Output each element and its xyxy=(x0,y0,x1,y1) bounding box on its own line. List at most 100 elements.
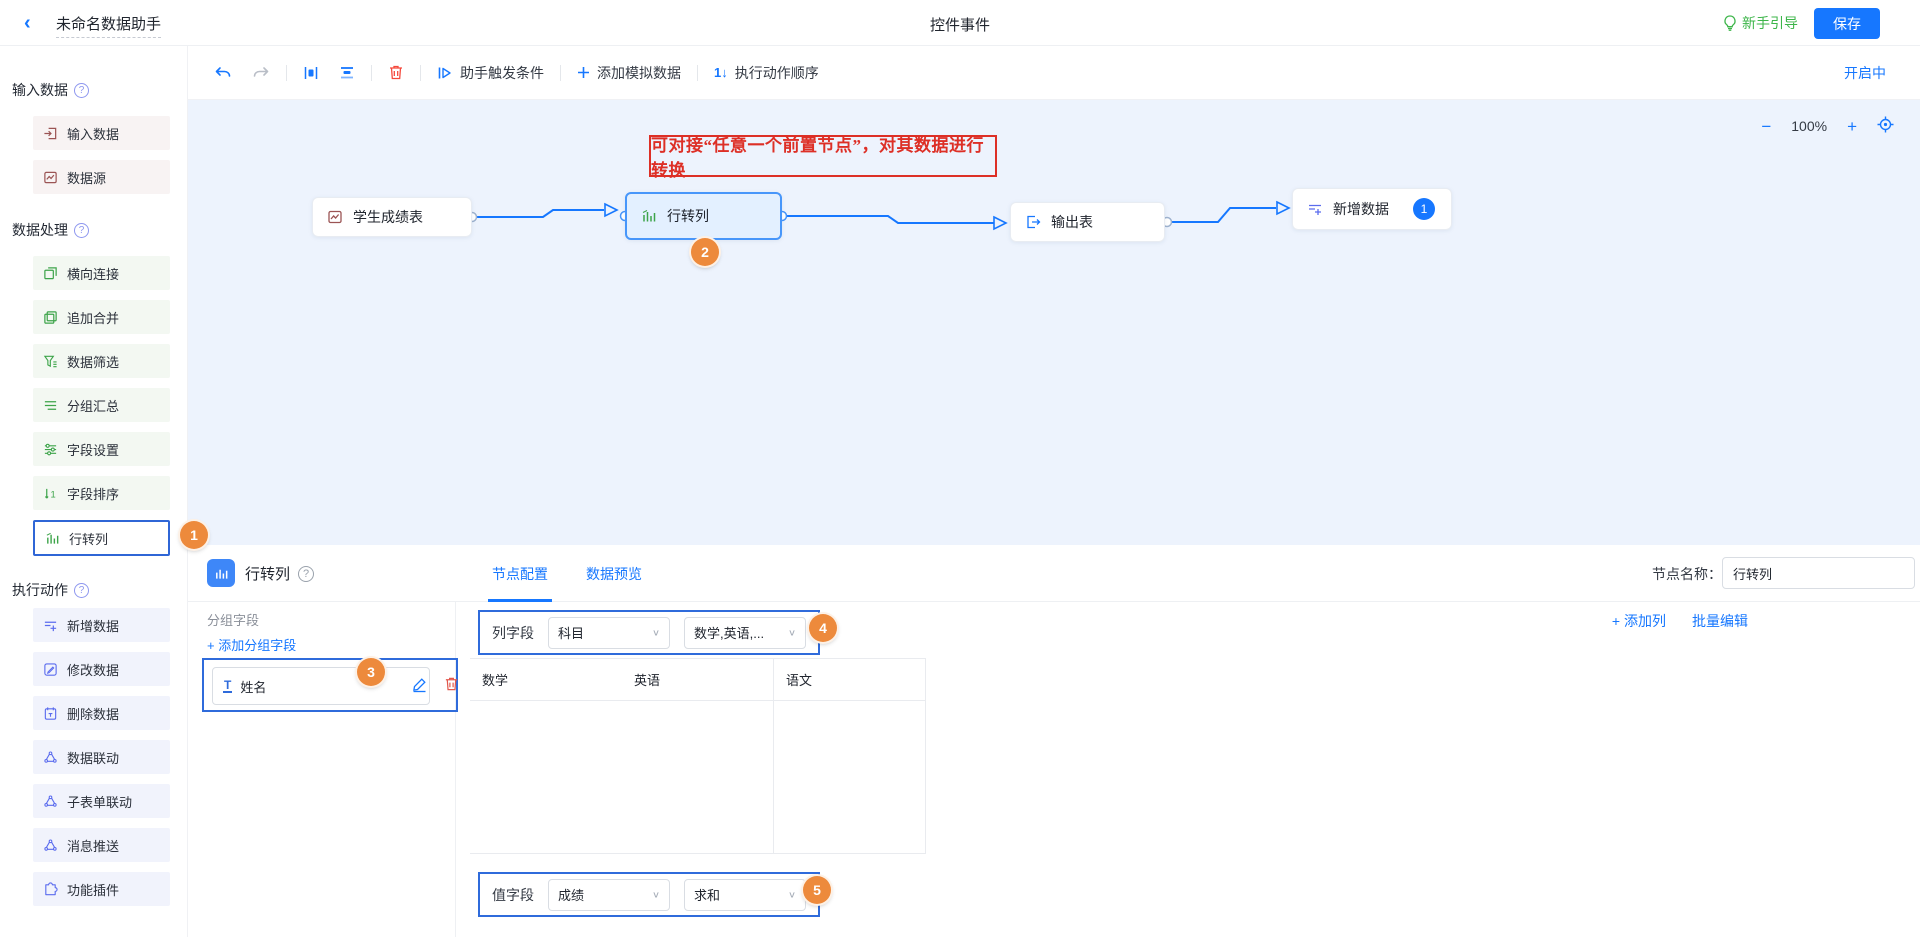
flow-canvas[interactable]: − 100% + 可对接“任意一个前置节点”，对其数据进行转换 学生成绩表 行转… xyxy=(188,100,1920,545)
sidebar-item-append-merge[interactable]: 追加合并 xyxy=(33,300,170,334)
sidebar-item-row-to-column[interactable]: 行转列 xyxy=(33,520,170,556)
align-horizontal-icon[interactable] xyxy=(303,65,319,81)
help-icon[interactable]: ? xyxy=(74,223,89,238)
arrowhead xyxy=(1277,202,1289,214)
help-icon[interactable]: ? xyxy=(298,566,314,582)
column-values-select[interactable]: 数学,英语,...∨ xyxy=(684,617,806,649)
node-output-table[interactable]: 输出表 xyxy=(1010,202,1165,242)
sidebar: 输入数据? 输入数据 数据源 数据处理? 横向连接 追加合并 数据筛选 分组汇总… xyxy=(0,46,188,937)
sidebar-item-input-data[interactable]: 输入数据 xyxy=(33,116,170,150)
step-badge-4: 4 xyxy=(809,614,837,642)
canvas-toolbar: 助手触发条件 添加模拟数据 1↓ 执行动作顺序 开启中 xyxy=(188,46,1920,100)
sidebar-item-subform-linkage[interactable]: 子表单联动 xyxy=(33,784,170,818)
delete-data-icon xyxy=(43,706,58,721)
panel-divider xyxy=(455,602,456,937)
fit-view-icon[interactable] xyxy=(1877,116,1894,136)
redo-icon[interactable] xyxy=(252,65,270,81)
group-summary-icon xyxy=(43,398,58,413)
add-column-link[interactable]: + 添加列 xyxy=(1612,611,1666,631)
node-row-to-column[interactable]: 行转列 xyxy=(625,192,782,240)
table-header-cell: 数学 xyxy=(470,659,622,700)
chevron-down-icon: ∨ xyxy=(788,889,796,899)
preview-table-body xyxy=(470,701,926,854)
help-icon[interactable]: ? xyxy=(74,83,89,98)
panel-tabs: 节点配置 数据预览 xyxy=(490,545,644,602)
data-source-icon xyxy=(43,170,58,185)
sidebar-item-horizontal-join[interactable]: 横向连接 xyxy=(33,256,170,290)
trash-icon[interactable] xyxy=(444,676,459,697)
sidebar-item-group-summary[interactable]: 分组汇总 xyxy=(33,388,170,422)
zoom-in-button[interactable]: + xyxy=(1847,118,1857,135)
column-actions: + 添加列 批量编辑 xyxy=(1612,611,1748,631)
sidebar-item-message-push[interactable]: 消息推送 xyxy=(33,828,170,862)
zoom-out-button[interactable]: − xyxy=(1761,118,1771,135)
data-source-icon xyxy=(327,209,343,225)
annotation-box: 可对接“任意一个前置节点”，对其数据进行转换 xyxy=(649,135,997,177)
table-empty-cell xyxy=(622,701,774,854)
svg-text:1: 1 xyxy=(51,489,56,499)
row-to-column-icon xyxy=(207,559,235,587)
add-group-field-link[interactable]: + 添加分组字段 xyxy=(207,635,296,654)
zoom-level: 100% xyxy=(1791,118,1827,134)
tab-data-preview[interactable]: 数据预览 xyxy=(584,545,644,602)
data-linkage-icon xyxy=(43,750,58,765)
sidebar-item-modify-data[interactable]: 修改数据 xyxy=(33,652,170,686)
group-field-input[interactable]: T 姓名 xyxy=(212,667,430,705)
sidebar-item-field-settings[interactable]: 字段设置 xyxy=(33,432,170,466)
field-settings-icon xyxy=(43,442,58,457)
chevron-down-icon: ∨ xyxy=(788,627,796,637)
sidebar-item-data-linkage[interactable]: 数据联动 xyxy=(33,740,170,774)
add-mock-data-button[interactable]: 添加模拟数据 xyxy=(577,63,681,83)
append-merge-icon xyxy=(43,310,58,325)
tab-node-config[interactable]: 节点配置 xyxy=(490,545,550,602)
action-count-badge: 1 xyxy=(1413,198,1435,220)
row-to-column-icon xyxy=(641,208,657,224)
beginner-guide-link[interactable]: 新手引导 xyxy=(1723,13,1798,33)
sidebar-item-data-filter[interactable]: 数据筛选 xyxy=(33,344,170,378)
sidebar-item-data-source[interactable]: 数据源 xyxy=(33,160,170,194)
action-order-button[interactable]: 1↓ 执行动作顺序 xyxy=(714,63,819,83)
config-panel: 行转列 ? 节点配置 数据预览 节点名称： 分组字段 + 添加分组字段 T 姓名… xyxy=(188,545,1920,937)
sidebar-item-add-data[interactable]: 新增数据 xyxy=(33,608,170,642)
toolbar-separator xyxy=(420,65,421,81)
output-table-icon xyxy=(1025,214,1041,230)
sidebar-item-delete-data[interactable]: 删除数据 xyxy=(33,696,170,730)
aggregation-select[interactable]: 求和∨ xyxy=(684,879,806,911)
step-badge-1: 1 xyxy=(180,521,208,549)
column-field-row: 列字段 科目∨ 数学,英语,...∨ xyxy=(478,610,820,655)
undo-icon[interactable] xyxy=(214,65,232,81)
node-name-input[interactable] xyxy=(1722,557,1915,589)
toolbar-separator xyxy=(286,65,287,81)
order-icon: 1↓ xyxy=(714,65,728,80)
node-student-scores[interactable]: 学生成绩表 xyxy=(312,197,472,237)
node-add-data[interactable]: 新增数据 1 xyxy=(1292,188,1452,230)
panel-title: 行转列 ? xyxy=(245,563,314,584)
table-header-cell: 英语 xyxy=(622,659,774,700)
save-button[interactable]: 保存 xyxy=(1814,8,1880,39)
status-toggle[interactable]: 开启中 xyxy=(1844,63,1886,83)
column-field-select[interactable]: 科目∨ xyxy=(548,617,670,649)
table-header-cell: 语文 xyxy=(774,659,926,700)
subform-linkage-icon xyxy=(43,794,58,809)
trigger-icon xyxy=(437,66,453,80)
toolbar-separator xyxy=(560,65,561,81)
text-field-type-icon: T xyxy=(223,680,232,693)
help-icon[interactable]: ? xyxy=(74,583,89,598)
sidebar-item-function-plugin[interactable]: 功能插件 xyxy=(33,872,170,906)
panel-header: 行转列 ? 节点配置 数据预览 节点名称： xyxy=(188,545,1920,602)
preview-table: 数学 英语 语文 xyxy=(470,658,926,854)
section-title-actions: 执行动作? xyxy=(12,580,187,600)
toolbar-separator xyxy=(371,65,372,81)
edit-icon[interactable] xyxy=(411,676,428,698)
value-field-select[interactable]: 成绩∨ xyxy=(548,879,670,911)
horizontal-join-icon xyxy=(43,266,58,281)
sidebar-item-field-sort[interactable]: 1 字段排序 xyxy=(33,476,170,510)
node-name-label: 节点名称： xyxy=(1652,564,1722,584)
trigger-condition-button[interactable]: 助手触发条件 xyxy=(437,63,544,83)
align-vertical-icon[interactable] xyxy=(339,65,355,81)
delete-node-icon[interactable] xyxy=(388,64,404,81)
flow-connectors xyxy=(188,100,1920,545)
message-push-icon xyxy=(43,838,58,853)
batch-edit-link[interactable]: 批量编辑 xyxy=(1692,611,1748,631)
step-badge-5: 5 xyxy=(803,876,831,904)
